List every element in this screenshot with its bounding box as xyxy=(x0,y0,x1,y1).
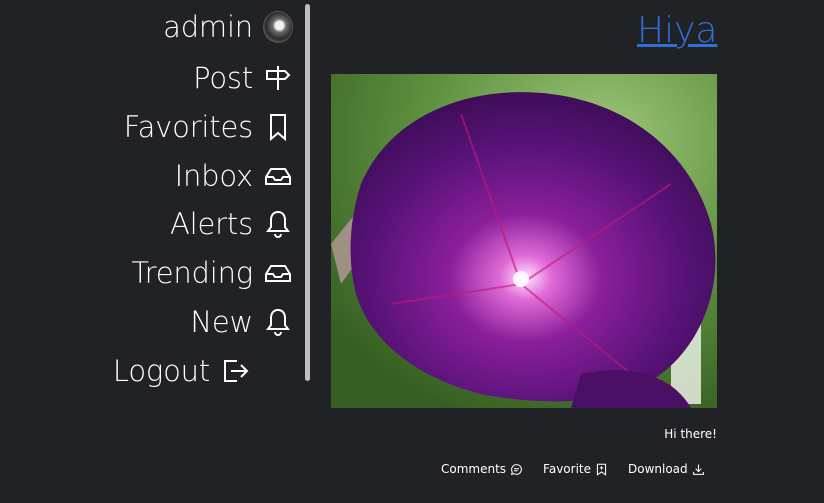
favorite-label: Favorite xyxy=(543,462,591,476)
sidebar-item-alerts[interactable]: Alerts xyxy=(170,202,293,246)
post-image xyxy=(331,74,717,408)
logout-icon xyxy=(220,356,250,386)
sidebar-item-inbox[interactable]: Inbox xyxy=(175,154,293,198)
download-button[interactable]: Download xyxy=(628,462,705,476)
sidebar-item-label: Logout xyxy=(112,354,210,388)
post-caption: Hi there! xyxy=(664,427,717,441)
sidebar-item-label: Alerts xyxy=(170,207,253,241)
sidebar-item-label: Inbox xyxy=(174,159,254,193)
favorite-button[interactable]: Favorite xyxy=(543,462,608,476)
sidebar-item-logout[interactable]: Logout xyxy=(113,349,250,393)
bookmark-icon xyxy=(263,112,293,142)
avatar xyxy=(263,11,293,43)
bell-icon xyxy=(263,209,293,239)
inbox-icon xyxy=(263,258,293,288)
sidebar-item-post[interactable]: Post xyxy=(193,56,293,100)
sidebar-item-label: New xyxy=(190,305,253,339)
sidebar-item-label: Trending xyxy=(131,256,253,290)
post-actions: Comments Favorite Download xyxy=(441,462,705,476)
bell-icon xyxy=(263,307,293,337)
sidebar-item-new[interactable]: New xyxy=(190,300,293,344)
sidebar-item-label: Post xyxy=(193,61,253,95)
sidebar-item-trending[interactable]: Trending xyxy=(131,251,293,295)
comment-icon xyxy=(510,463,522,475)
download-label: Download xyxy=(628,462,688,476)
comments-label: Comments xyxy=(441,462,507,476)
sidebar: admin Post Favorites Inbox Alerts Trendi… xyxy=(0,0,305,390)
page: admin Post Favorites Inbox Alerts Trendi… xyxy=(0,0,824,503)
sidebar-item-admin[interactable]: admin xyxy=(163,5,293,49)
post-title-link[interactable]: Hiya xyxy=(637,10,717,51)
sidebar-item-favorites[interactable]: Favorites xyxy=(124,105,293,149)
sidebar-item-label: Favorites xyxy=(123,110,253,144)
sidebar-item-label: admin xyxy=(163,10,253,44)
comments-button[interactable]: Comments xyxy=(441,462,523,476)
signpost-icon xyxy=(263,63,293,93)
bookmark-plus-icon xyxy=(596,463,607,476)
sidebar-scrollbar[interactable] xyxy=(305,4,310,381)
inbox-icon xyxy=(263,161,293,191)
download-icon xyxy=(692,464,704,475)
